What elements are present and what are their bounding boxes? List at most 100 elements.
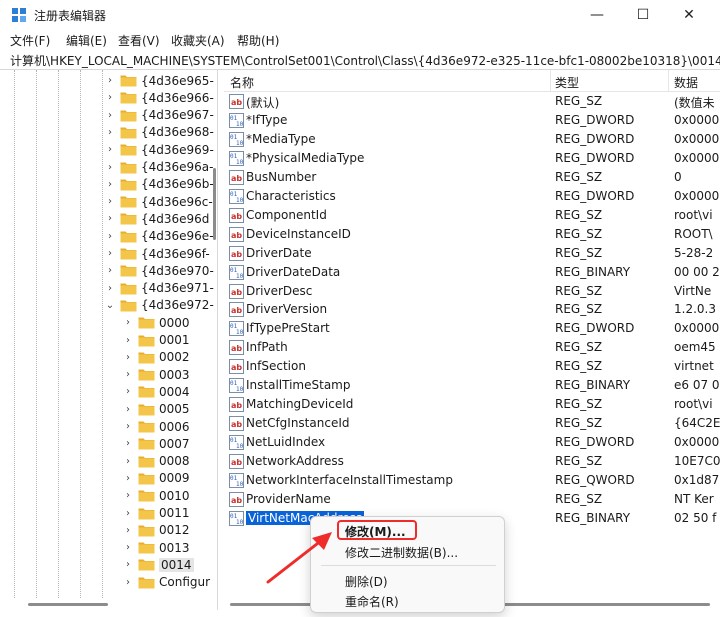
chevron-right-icon[interactable]: › <box>104 109 116 121</box>
chevron-right-icon[interactable]: › <box>122 334 134 346</box>
chevron-right-icon[interactable]: › <box>122 421 134 433</box>
menu-help[interactable]: 帮助(H) <box>237 32 279 49</box>
value-row[interactable]: 01 10 NetLuidIndex REG_DWORD 0x0000 <box>224 433 720 452</box>
value-row[interactable]: ab InfPath REG_SZ oem45 <box>224 338 720 357</box>
tree-item-class-key[interactable]: › {4d36e967- <box>104 107 214 124</box>
context-item-modify[interactable]: 修改(M)... <box>345 523 406 540</box>
value-row[interactable]: 01 10 InstallTimeStamp REG_BINARY e6 07 0 <box>224 376 720 395</box>
tree-item-subkey[interactable]: › 0006 <box>122 418 190 435</box>
tree-vertical-scrollbar[interactable] <box>211 70 217 598</box>
tree-item-subkey[interactable]: › 0000 <box>122 314 190 331</box>
column-header-name[interactable]: 名称 <box>230 74 254 91</box>
value-row[interactable]: 01 10 *PhysicalMediaType REG_DWORD 0x0000 <box>224 149 720 168</box>
tree-item-subkey[interactable]: › 0004 <box>122 383 190 400</box>
close-button[interactable]: ✕ <box>666 0 712 30</box>
chevron-right-icon[interactable]: › <box>104 282 116 294</box>
tree-item-subkey[interactable]: › 0005 <box>122 401 190 418</box>
column-header-type[interactable]: 类型 <box>555 74 579 91</box>
value-row[interactable]: ab BusNumber REG_SZ 0 <box>224 168 720 187</box>
chevron-right-icon[interactable]: › <box>122 317 134 329</box>
value-row[interactable]: ab ComponentId REG_SZ root\vi <box>224 206 720 225</box>
tree-item-subkey[interactable]: › 0010 <box>122 487 190 504</box>
minimize-button[interactable]: — <box>574 0 620 30</box>
value-row[interactable]: ab DriverVersion REG_SZ 1.2.0.3 <box>224 300 720 319</box>
value-row[interactable]: 01 10 DriverDateData REG_BINARY 00 00 2 <box>224 263 720 282</box>
value-row[interactable]: 01 10 IfTypePreStart REG_DWORD 0x0000 <box>224 319 720 338</box>
value-row[interactable]: ab NetworkAddress REG_SZ 10E7C0 <box>224 452 720 471</box>
chevron-right-icon[interactable]: › <box>104 75 116 87</box>
tree-vertical-scroll-thumb[interactable] <box>213 168 216 240</box>
value-row[interactable]: ab MatchingDeviceId REG_SZ root\vi <box>224 395 720 414</box>
chevron-right-icon[interactable]: › <box>122 524 134 536</box>
value-row[interactable]: 01 10 *MediaType REG_DWORD 0x0000 <box>224 130 720 149</box>
tree-item-class-key[interactable]: › {4d36e96c- <box>104 193 213 210</box>
chevron-right-icon[interactable]: › <box>122 576 134 588</box>
menu-view[interactable]: 查看(V) <box>118 32 160 49</box>
tree-item-subkey[interactable]: › 0013 <box>122 539 190 556</box>
tree-horizontal-scroll-thumb[interactable] <box>28 603 108 606</box>
value-row[interactable]: 01 10 Characteristics REG_DWORD 0x0000 <box>224 187 720 206</box>
context-item-rename[interactable]: 重命名(R) <box>345 593 399 610</box>
value-row[interactable]: ab InfSection REG_SZ virtnet <box>224 357 720 376</box>
tree-item-subkey[interactable]: › 0007 <box>122 435 190 452</box>
tree-item-class-key[interactable]: › {4d36e966- <box>104 89 214 106</box>
chevron-right-icon[interactable]: › <box>104 230 116 242</box>
column-separator[interactable] <box>668 70 669 92</box>
tree-item-subkey[interactable]: › Configur <box>122 574 210 591</box>
tree-item-class-key[interactable]: › {4d36e96f- <box>104 245 210 262</box>
menu-file[interactable]: 文件(F) <box>10 32 50 49</box>
value-row[interactable]: ab (默认) REG_SZ (数值未 <box>224 92 720 111</box>
tree-item-subkey[interactable]: › 0002 <box>122 349 190 366</box>
value-row[interactable]: ab DriverDate REG_SZ 5-28-2 <box>224 244 720 263</box>
chevron-right-icon[interactable]: › <box>122 559 134 571</box>
tree-item-class-key[interactable]: › {4d36e965- <box>104 72 214 89</box>
tree-item-subkey[interactable]: › 0001 <box>122 332 190 349</box>
address-path[interactable]: 计算机\HKEY_LOCAL_MACHINE\SYSTEM\ControlSet… <box>10 52 720 69</box>
chevron-right-icon[interactable]: › <box>104 92 116 104</box>
value-row[interactable]: ab NetCfgInstanceId REG_SZ {64C2E <box>224 414 720 433</box>
chevron-right-icon[interactable]: › <box>104 178 116 190</box>
chevron-right-icon[interactable]: › <box>122 351 134 363</box>
chevron-right-icon[interactable]: › <box>104 144 116 156</box>
tree-item-subkey[interactable]: › 0012 <box>122 522 190 539</box>
menu-edit[interactable]: 编辑(E) <box>66 32 107 49</box>
value-row[interactable]: 01 10 NetworkInterfaceInstallTimestamp REG_… <box>224 471 720 490</box>
chevron-right-icon[interactable]: › <box>122 438 134 450</box>
tree-item-class-key[interactable]: › {4d36e96d <box>104 210 209 227</box>
column-header-data[interactable]: 数据 <box>674 74 698 91</box>
chevron-right-icon[interactable]: › <box>122 542 134 554</box>
menu-favorites[interactable]: 收藏夹(A) <box>171 32 225 49</box>
tree-item-class-key[interactable]: › {4d36e96e- <box>104 228 214 245</box>
value-row[interactable]: ab ProviderName REG_SZ NT Ker <box>224 490 720 509</box>
chevron-right-icon[interactable]: › <box>104 265 116 277</box>
tree-item-subkey[interactable]: › 0008 <box>122 453 190 470</box>
tree-item-subkey[interactable]: › 0011 <box>122 505 190 522</box>
chevron-right-icon[interactable]: › <box>122 507 134 519</box>
chevron-right-icon[interactable]: › <box>122 386 134 398</box>
chevron-right-icon[interactable]: › <box>122 369 134 381</box>
tree-item-subkey[interactable]: › 0014 <box>122 556 194 573</box>
maximize-button[interactable]: ☐ <box>620 0 666 30</box>
tree-item-class-key[interactable]: › {4d36e968- <box>104 124 214 141</box>
chevron-right-icon[interactable]: › <box>122 490 134 502</box>
tree-item-class-key[interactable]: › {4d36e971- <box>104 280 214 297</box>
key-tree-pane[interactable]: › {4d36e965- › {4d36e966- › {4d36e967- › {4d36e… <box>8 70 218 610</box>
tree-item-subkey[interactable]: › 0003 <box>122 366 190 383</box>
tree-item-class-key[interactable]: › {4d36e969- <box>104 141 214 158</box>
chevron-right-icon[interactable]: › <box>104 248 116 260</box>
tree-horizontal-scrollbar[interactable] <box>8 598 211 610</box>
address-bar[interactable]: 计算机\HKEY_LOCAL_MACHINE\SYSTEM\ControlSet… <box>0 50 720 70</box>
value-row[interactable]: 01 10 *IfType REG_DWORD 0x0000 <box>224 111 720 130</box>
tree-item-subkey[interactable]: › 0009 <box>122 470 190 487</box>
column-separator[interactable] <box>550 70 551 92</box>
chevron-right-icon[interactable]: › <box>122 472 134 484</box>
tree-item-class-key[interactable]: › {4d36e970- <box>104 262 214 279</box>
chevron-right-icon[interactable]: › <box>104 196 116 208</box>
chevron-right-icon[interactable]: › <box>104 213 116 225</box>
context-item-modify-binary[interactable]: 修改二进制数据(B)... <box>345 544 458 561</box>
chevron-right-icon[interactable]: › <box>122 403 134 415</box>
chevron-right-icon[interactable]: › <box>104 161 116 173</box>
tree-item-class-key[interactable]: › {4d36e96a- <box>104 159 214 176</box>
context-item-delete[interactable]: 删除(D) <box>345 573 388 590</box>
chevron-down-icon[interactable]: ⌄ <box>104 299 116 311</box>
